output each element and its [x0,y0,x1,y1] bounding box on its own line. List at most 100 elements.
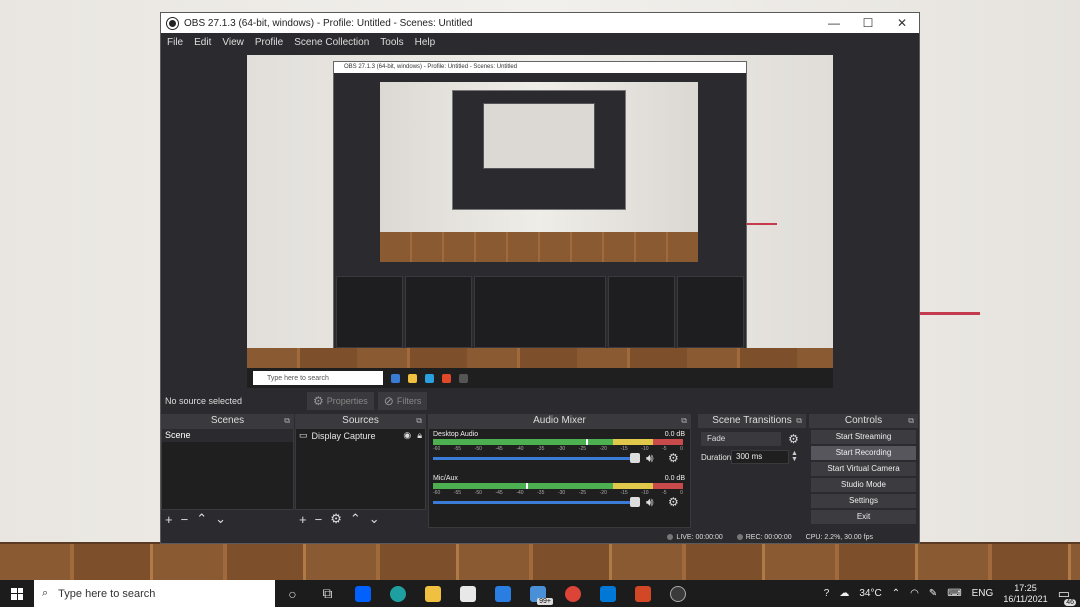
power-automate-icon[interactable] [485,580,520,607]
nested-docks [334,274,746,350]
volume-meter [433,483,683,489]
start-button[interactable] [0,580,34,607]
menu-help[interactable]: Help [415,37,436,48]
close-button[interactable]: ✕ [885,16,919,30]
chevron-up-icon[interactable]: ⌃ [892,588,900,599]
dropbox-icon[interactable] [345,580,380,607]
vscode-icon[interactable] [590,580,625,607]
file-explorer-icon[interactable] [415,580,450,607]
controls-body: Start Streaming Start Recording Start Vi… [809,428,918,528]
mail-icon[interactable]: 99+ [520,580,555,607]
minimize-button[interactable]: — [817,16,851,30]
windows-taskbar: ⌕ Type here to search ○ ⧉ 99+ ? ☁ 34°C ⌃… [0,580,1080,607]
move-up-icon[interactable]: ⌃ [196,511,207,527]
maximize-button[interactable]: ☐ [851,16,885,30]
filters-button[interactable]: ⊘ Filters [377,392,428,410]
menu-file[interactable]: File [167,37,183,48]
mixer-title: Audio Mixer [533,415,586,426]
desktop-floor [0,542,1080,580]
temperature[interactable]: 34°C [859,588,881,599]
speaker-icon[interactable]: 🔊︎ [646,451,654,466]
studio-mode-button[interactable]: Studio Mode [811,478,916,492]
cortana-icon[interactable]: ○ [275,580,310,607]
start-virtual-camera-button[interactable]: Start Virtual Camera [811,462,916,476]
weather-icon[interactable]: ☁ [839,588,849,599]
taskbar-search[interactable]: ⌕ Type here to search [34,580,275,607]
move-down-icon[interactable]: ⌄ [215,511,226,527]
source-settings-icon[interactable]: ⚙ [330,511,342,527]
meter-tick: -45 [495,490,503,496]
source-name: Display Capture [311,430,376,441]
duration-input[interactable]: 300 ms [731,450,789,464]
menu-scene-collection[interactable]: Scene Collection [294,37,369,48]
volume-slider[interactable] [433,457,636,460]
meter-level [433,483,528,489]
transitions-title: Scene Transitions [712,415,792,426]
notifications-icon[interactable]: ▭ 46 [1058,586,1076,606]
lock-icon[interactable]: 🔒︎ [417,430,422,441]
menu-tools[interactable]: Tools [380,37,403,48]
pen-icon[interactable]: ✎ [929,588,937,599]
volume-slider[interactable] [433,501,636,504]
preview-taskbar: Type here to search [247,368,833,388]
move-down-icon[interactable]: ⌄ [369,511,380,527]
add-source-icon[interactable]: + [299,512,307,527]
mixer-channel: Mic/Aux 0.0 dB -60 -55 -50 -45 -40 -35 -30 -25-… [432,475,687,519]
store-icon[interactable] [450,580,485,607]
menu-edit[interactable]: Edit [194,37,211,48]
meter-tick: -35 [537,446,545,452]
volume-slider-handle[interactable] [630,497,640,507]
properties-button[interactable]: ⚙ Properties [307,392,374,410]
move-up-icon[interactable]: ⌃ [350,511,361,527]
transition-select[interactable]: Fade [701,432,781,446]
gear-icon[interactable]: ⚙ [668,451,679,465]
speaker-icon[interactable]: 🔊︎ [646,495,654,510]
start-streaming-button[interactable]: Start Streaming [811,430,916,444]
settings-button[interactable]: Settings [811,494,916,508]
undock-icon[interactable]: ⧉ [284,414,290,428]
wifi-icon[interactable]: ◠ [910,588,919,599]
undock-icon[interactable]: ⧉ [416,414,422,428]
task-view-icon[interactable]: ⧉ [310,580,345,607]
obs-taskbar-icon[interactable] [660,580,695,607]
volume-meter [433,439,683,445]
preview-app-icon [459,373,468,383]
undock-icon[interactable]: ⧉ [908,414,914,428]
no-source-label: No source selected [165,396,243,406]
menu-view[interactable]: View [222,37,244,48]
gear-icon[interactable]: ⚙ [668,495,679,509]
exit-button[interactable]: Exit [811,510,916,524]
controls-dock: Controls ⧉ Start Streaming Start Recordi… [809,414,918,530]
preview-app-icon [391,373,400,383]
search-icon: ⌕ [42,587,49,599]
preview-app-icon [442,373,451,383]
scene-item[interactable]: Scene [162,429,293,442]
preview-red-line [745,223,777,225]
meter-tick: -30 [557,446,566,452]
spinner-arrows-icon[interactable]: ▲ ▼ [791,450,798,463]
undock-icon[interactable]: ⧉ [681,414,687,428]
menu-profile[interactable]: Profile [255,37,283,48]
edge-icon[interactable] [380,580,415,607]
transitions-body: Fade ⚙ Duration 300 ms ▲ ▼ [698,428,806,528]
keyboard-icon[interactable]: ⌨ [947,588,961,599]
undock-icon[interactable]: ⧉ [796,414,802,428]
preview-canvas[interactable]: OBS 27.1.3 (64-bit, windows) - Profile: … [247,55,833,388]
add-scene-icon[interactable]: + [165,512,173,527]
powerpoint-icon[interactable] [625,580,660,607]
help-icon[interactable]: ? [824,588,830,599]
live-time: LIVE: 00:00:00 [676,533,723,541]
language[interactable]: ENG [972,588,994,599]
source-item[interactable]: ▭ Display Capture ◉ 🔒︎ [296,429,425,442]
gear-icon[interactable]: ⚙ [788,432,799,446]
remove-scene-icon[interactable]: − [181,512,189,527]
clock[interactable]: 17:25 16/11/2021 [1003,583,1047,605]
volume-slider-handle[interactable] [630,453,640,463]
nested-preview [380,82,698,262]
remove-source-icon[interactable]: − [315,512,323,527]
chrome-icon[interactable] [555,580,590,607]
start-recording-button[interactable]: Start Recording [811,446,916,460]
eye-icon[interactable]: ◉ [403,430,411,441]
scenes-footer: + − ⌃ ⌄ [161,510,294,528]
monitor-icon: ▭ [299,430,308,440]
